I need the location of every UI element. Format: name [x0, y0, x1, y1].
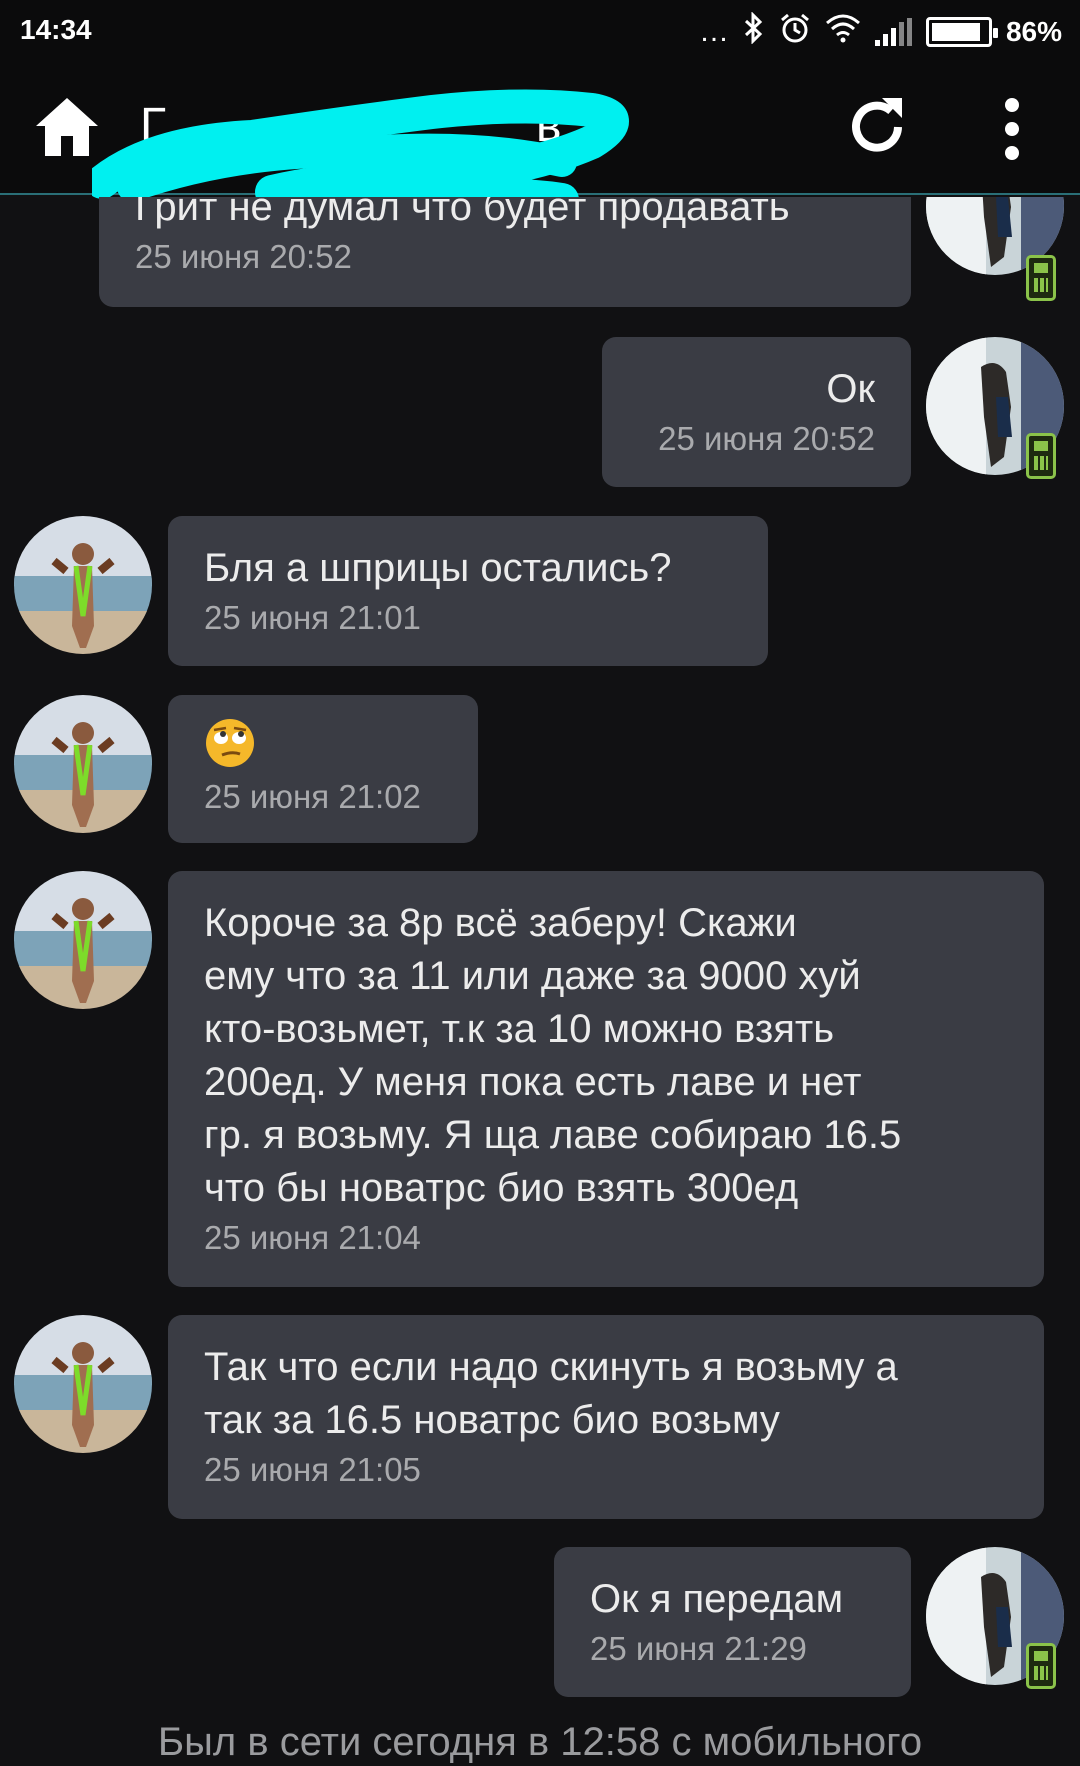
message-time: 25 июня 21:04	[204, 1219, 421, 1256]
status-time: 14:34	[20, 14, 92, 45]
status-bar: 14:34 … 86%	[0, 0, 1080, 62]
wifi-icon	[825, 13, 861, 50]
redaction-scribble	[92, 89, 629, 202]
alarm-icon	[779, 12, 811, 51]
message-text: Бля а шприцы остались?	[204, 546, 672, 590]
message-text: Ок	[826, 367, 875, 411]
message-time: 25 июня 20:52	[658, 420, 875, 457]
message-bubble[interactable]: Так что если надо скинуть я возьму а так…	[168, 1315, 1044, 1519]
bluetooth-icon	[743, 11, 765, 51]
refresh-button[interactable]	[842, 92, 912, 162]
message-bubble[interactable]: Бля а шприцы остались? 25 июня 21:01	[168, 516, 768, 666]
avatar[interactable]	[14, 871, 152, 1009]
message-time: 25 июня 21:29	[590, 1630, 807, 1667]
mobile-device-icon	[1026, 1643, 1056, 1689]
message-time: 25 июня 21:02	[204, 778, 421, 815]
message-bubble[interactable]: Короче за 8р всё заберу! Скажи ему что з…	[168, 871, 1044, 1287]
message-bubble[interactable]: 25 июня 21:02	[168, 695, 478, 843]
last-seen-status: Был в сети сегодня в 12:58 с мобильного	[157, 1720, 923, 1764]
message-bubble[interactable]: Ок 25 июня 20:52	[602, 337, 911, 487]
message-bubble[interactable]: Ок я передам 25 июня 21:29	[554, 1547, 911, 1697]
message-time: 25 июня 20:52	[135, 238, 352, 275]
mobile-device-icon	[1026, 433, 1056, 479]
message-bubble[interactable]: Грит не думал что будет продавать 25 июн…	[99, 197, 911, 307]
face-with-rolling-eyes-icon	[206, 719, 254, 767]
status-icons: … 86%	[698, 11, 1062, 51]
mobile-device-icon	[1026, 255, 1056, 301]
more-dots-icon: …	[698, 14, 729, 48]
message-text: Ок я передам	[590, 1577, 844, 1621]
message-text: Так что если надо скинуть я возьму а так…	[204, 1345, 898, 1442]
avatar[interactable]	[14, 1315, 152, 1453]
avatar[interactable]	[14, 516, 152, 654]
more-menu-button[interactable]	[992, 96, 1032, 162]
message-text: Короче за 8р всё заберу! Скажи ему что з…	[204, 901, 902, 1210]
avatar[interactable]	[14, 695, 152, 833]
message-time: 25 июня 21:05	[204, 1451, 421, 1488]
more-vert-icon	[1005, 98, 1019, 160]
message-text: Грит не думал что будет продавать	[135, 197, 790, 229]
signal-icon	[874, 17, 912, 46]
message-time: 25 июня 21:01	[204, 599, 421, 636]
battery-percent: 86%	[1005, 15, 1062, 47]
battery-icon	[925, 16, 998, 47]
message-list[interactable]: Грит не думал что будет продавать 25 июн…	[0, 197, 1080, 1766]
app-bar: Гв	[0, 62, 1080, 202]
refresh-icon	[852, 98, 902, 152]
